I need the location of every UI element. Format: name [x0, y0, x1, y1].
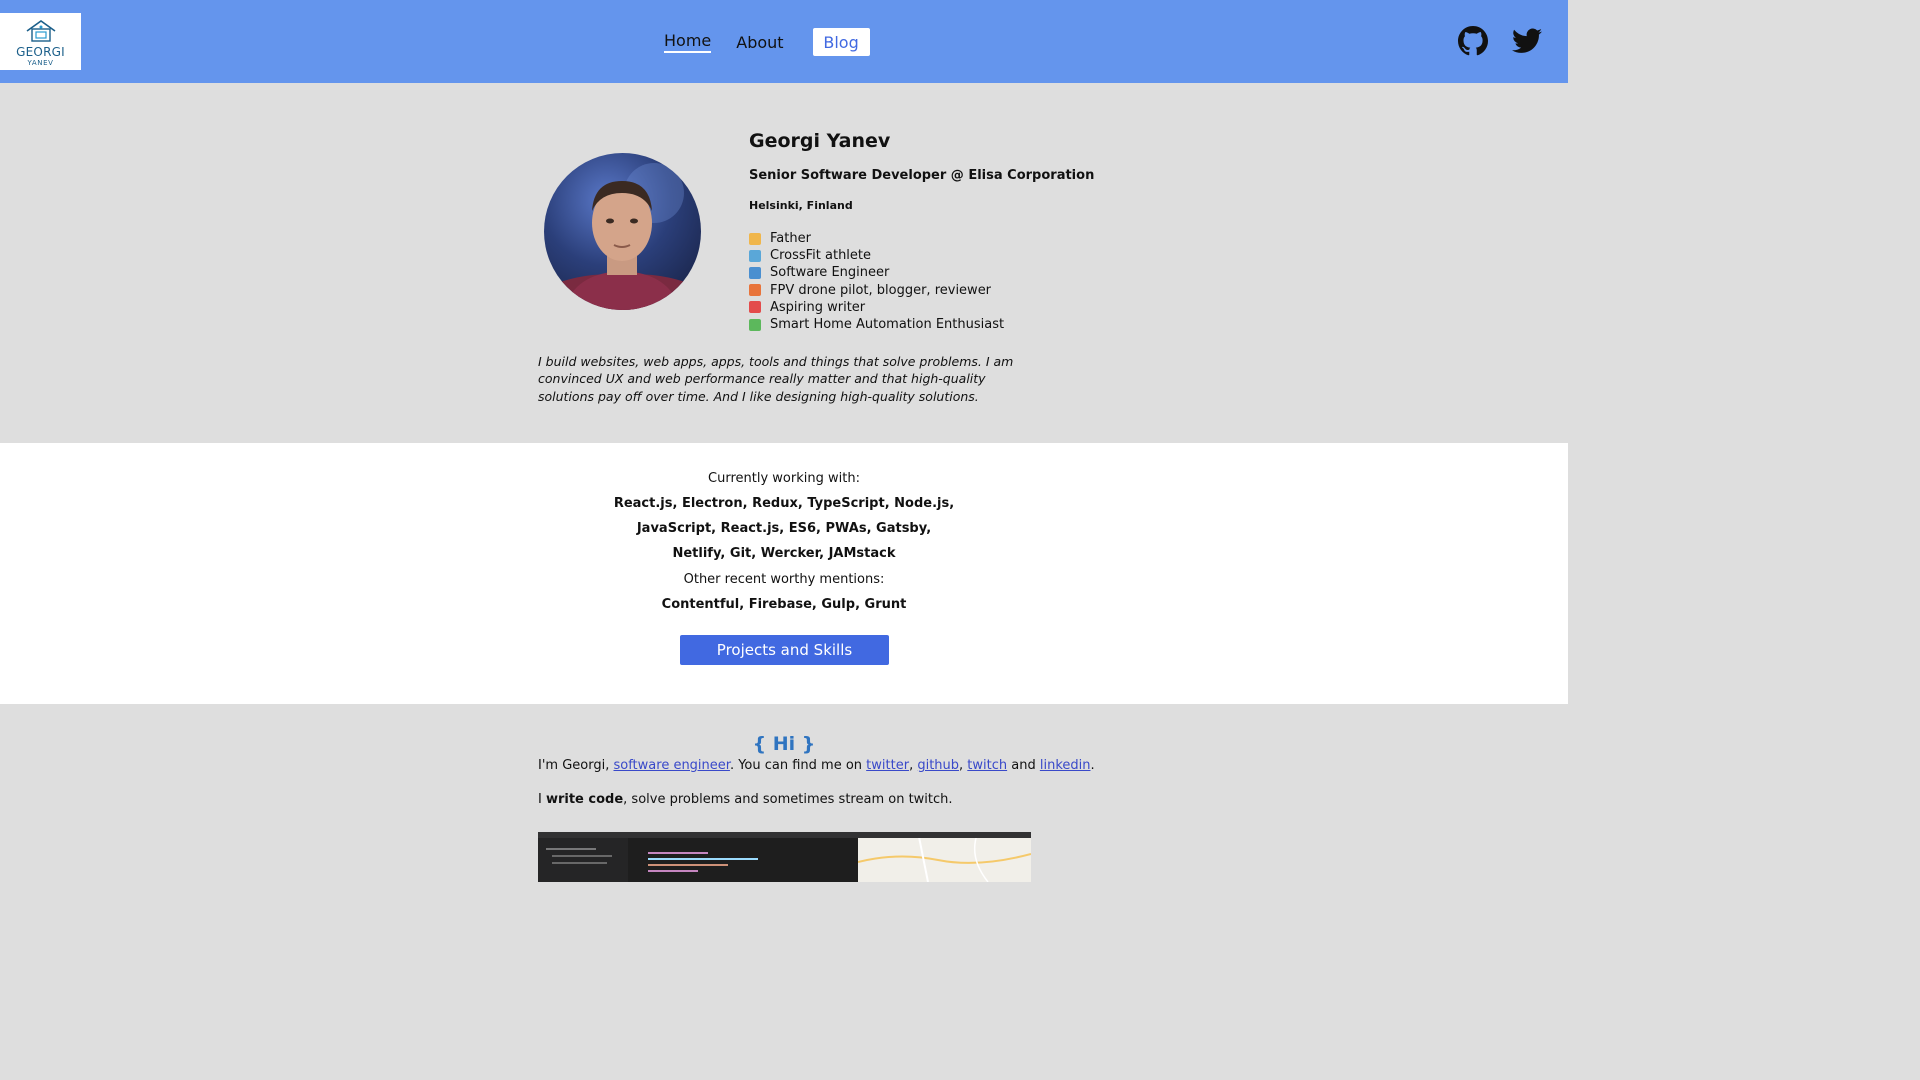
avatar-portrait	[544, 163, 701, 310]
list-item: Smart Home Automation Enthusiast	[749, 316, 1169, 333]
code-text: , solve problems and sometimes stream on…	[623, 792, 953, 807]
working-line-3: Netlify, Git, Wercker, JAMstack	[672, 546, 896, 561]
screenshot-tree-line	[552, 862, 607, 864]
house-icon	[749, 318, 761, 331]
working-label: Currently working with:	[708, 471, 860, 486]
weightlifter-icon	[749, 249, 761, 262]
trait-label: CrossFit athlete	[770, 248, 872, 264]
profile-location: Helsinki, Finland	[749, 199, 853, 212]
list-item: CrossFit athlete	[749, 247, 1169, 264]
screenshot-code-line	[648, 870, 698, 872]
logo-text-surname: YANEV	[27, 59, 54, 67]
intro-section: { Hi } I'm Georgi, software engineer. Yo…	[0, 704, 1568, 882]
trait-label: Software Engineer	[770, 265, 890, 281]
screenshot-map-pane	[857, 832, 1031, 882]
intro-heading: { Hi }	[752, 733, 816, 755]
code-text: I	[538, 792, 546, 807]
list-item: Software Engineer	[749, 264, 1169, 281]
screenshot-code-line	[648, 864, 728, 866]
profile-info: Georgi Yanev Senior Software Developer @…	[749, 128, 1169, 333]
profile-bio: I build websites, web apps, apps, tools …	[538, 354, 1014, 404]
screenshot-titlebar	[538, 832, 1031, 838]
intro-text: .	[1090, 758, 1095, 773]
nav-about-link[interactable]: About	[736, 33, 783, 52]
list-item: FPV drone pilot, blogger, reviewer	[749, 282, 1169, 299]
nav-home-link[interactable]: Home	[664, 31, 712, 53]
twitter-text-link[interactable]: twitter	[866, 758, 909, 773]
drone-icon	[749, 284, 761, 297]
site-logo[interactable]: GEORGI YANEV	[0, 13, 81, 70]
map-roads	[857, 832, 1031, 882]
code-text-bold: write code	[545, 792, 624, 807]
screenshot-tree-line	[552, 855, 612, 857]
other-label: Other recent worthy mentions:	[683, 572, 885, 587]
logo-text-name: GEORGI	[16, 45, 65, 59]
person-icon	[749, 232, 761, 245]
logo-mark-icon	[26, 20, 55, 42]
main-nav: Home About Blog	[664, 28, 870, 56]
twitter-link[interactable]	[1510, 24, 1544, 58]
screenshot-code-line	[648, 858, 758, 860]
trait-label: Smart Home Automation Enthusiast	[770, 317, 1005, 333]
twitter-icon	[1512, 28, 1542, 53]
trait-label: Father	[770, 231, 811, 246]
code-paragraph: I write code, solve problems and sometim…	[538, 791, 953, 809]
avatar	[544, 153, 701, 310]
working-line-1: React.js, Electron, Redux, TypeScript, N…	[613, 496, 955, 511]
nav-blog-link[interactable]: Blog	[812, 28, 870, 56]
linkedin-text-link[interactable]: linkedin	[1040, 758, 1091, 773]
screenshot-file-tree	[538, 838, 628, 882]
intro-text: and	[1007, 758, 1040, 773]
other-line: Contentful, Firebase, Gulp, Grunt	[661, 597, 907, 612]
github-icon	[1458, 26, 1488, 56]
computer-icon	[749, 267, 761, 279]
working-line-2: JavaScript, React.js, ES6, PWAs, Gatsby,	[636, 521, 932, 536]
profile-name: Georgi Yanev	[749, 130, 891, 152]
intro-paragraph: I'm Georgi, software engineer. You can f…	[538, 757, 1095, 775]
screenshot-tree-line	[546, 848, 596, 850]
intro-text: . You can find me on	[729, 758, 867, 773]
screenshot-code-line	[648, 852, 708, 854]
profile-role: Senior Software Developer @ Elisa Corpor…	[749, 168, 1095, 183]
trait-label: FPV drone pilot, blogger, reviewer	[770, 282, 992, 298]
navbar: GEORGI YANEV Home About Blog	[0, 0, 1568, 83]
profile-section: Georgi Yanev Senior Software Developer @…	[0, 83, 1568, 443]
list-item: Father	[749, 230, 1169, 247]
projects-and-skills-button[interactable]: Projects and Skills	[680, 635, 889, 665]
github-text-link[interactable]: github	[917, 758, 959, 773]
list-item: Aspiring writer	[749, 299, 1169, 316]
editor-screenshot	[538, 832, 1031, 882]
pencil-icon	[749, 301, 761, 314]
software-engineer-link[interactable]: software engineer	[613, 758, 729, 773]
trait-label: Aspiring writer	[770, 299, 866, 315]
github-link[interactable]	[1456, 24, 1490, 58]
intro-text: I'm Georgi,	[538, 758, 614, 773]
skills-section: Currently working with: React.js, Electr…	[0, 443, 1568, 704]
twitch-text-link[interactable]: twitch	[967, 758, 1007, 773]
traits-list: Father CrossFit athlete Software Enginee…	[749, 230, 1169, 333]
